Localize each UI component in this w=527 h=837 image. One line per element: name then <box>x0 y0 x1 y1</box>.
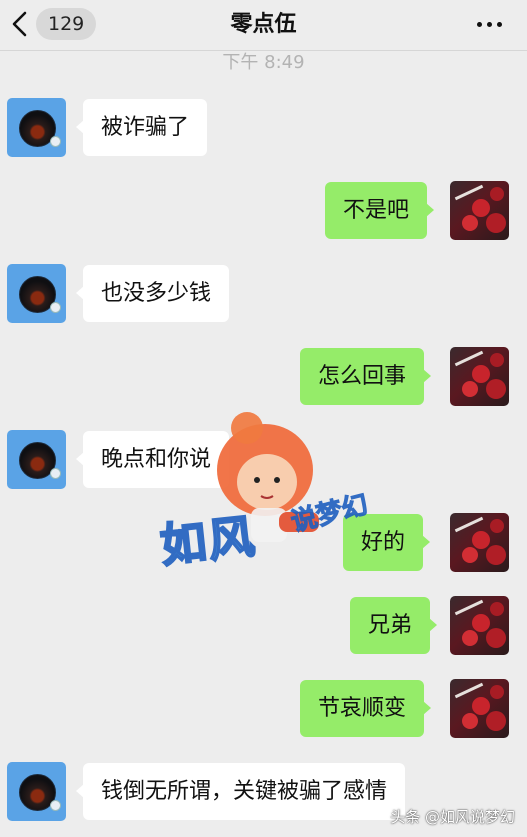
sent-message-bubble[interactable]: 节哀顺变 <box>300 680 432 737</box>
my-avatar[interactable] <box>450 679 509 738</box>
message-row: 晚点和你说 <box>0 430 527 490</box>
message-row: 被诈骗了 <box>0 98 527 158</box>
unread-count-badge[interactable]: 129 <box>36 8 97 40</box>
sent-message-bubble[interactable]: 好的 <box>343 514 431 571</box>
contact-avatar[interactable] <box>7 762 66 821</box>
contact-avatar[interactable] <box>7 430 66 489</box>
chevron-left-icon[interactable] <box>10 11 30 37</box>
sent-message-bubble[interactable]: 兄弟 <box>350 597 438 654</box>
received-message-bubble[interactable]: 钱倒无所谓，关键被骗了感情 <box>75 763 406 820</box>
my-avatar[interactable] <box>450 347 509 406</box>
my-avatar[interactable] <box>450 596 509 655</box>
sent-message-bubble[interactable]: 怎么回事 <box>300 348 432 405</box>
message-row: 怎么回事 <box>0 347 527 407</box>
received-message-bubble[interactable]: 被诈骗了 <box>75 99 208 156</box>
contact-avatar[interactable] <box>7 264 66 323</box>
sent-message-bubble[interactable]: 不是吧 <box>325 182 435 239</box>
message-row: 节哀顺变 <box>0 679 527 739</box>
received-message-bubble[interactable]: 晚点和你说 <box>75 431 230 488</box>
message-row: 兄弟 <box>0 596 527 656</box>
message-row: 好的 <box>0 513 527 573</box>
message-row: 也没多少钱 <box>0 264 527 324</box>
more-dots-icon[interactable] <box>475 12 505 36</box>
my-avatar[interactable] <box>450 513 509 572</box>
message-row: 不是吧 <box>0 181 527 241</box>
my-avatar[interactable] <box>450 181 509 240</box>
message-timestamp: 下午 8:49 <box>222 52 305 73</box>
message-row: 钱倒无所谓，关键被骗了感情 <box>0 762 527 822</box>
contact-avatar[interactable] <box>7 98 66 157</box>
chat-header: 129 零点伍 <box>0 0 527 51</box>
received-message-bubble[interactable]: 也没多少钱 <box>75 265 230 322</box>
